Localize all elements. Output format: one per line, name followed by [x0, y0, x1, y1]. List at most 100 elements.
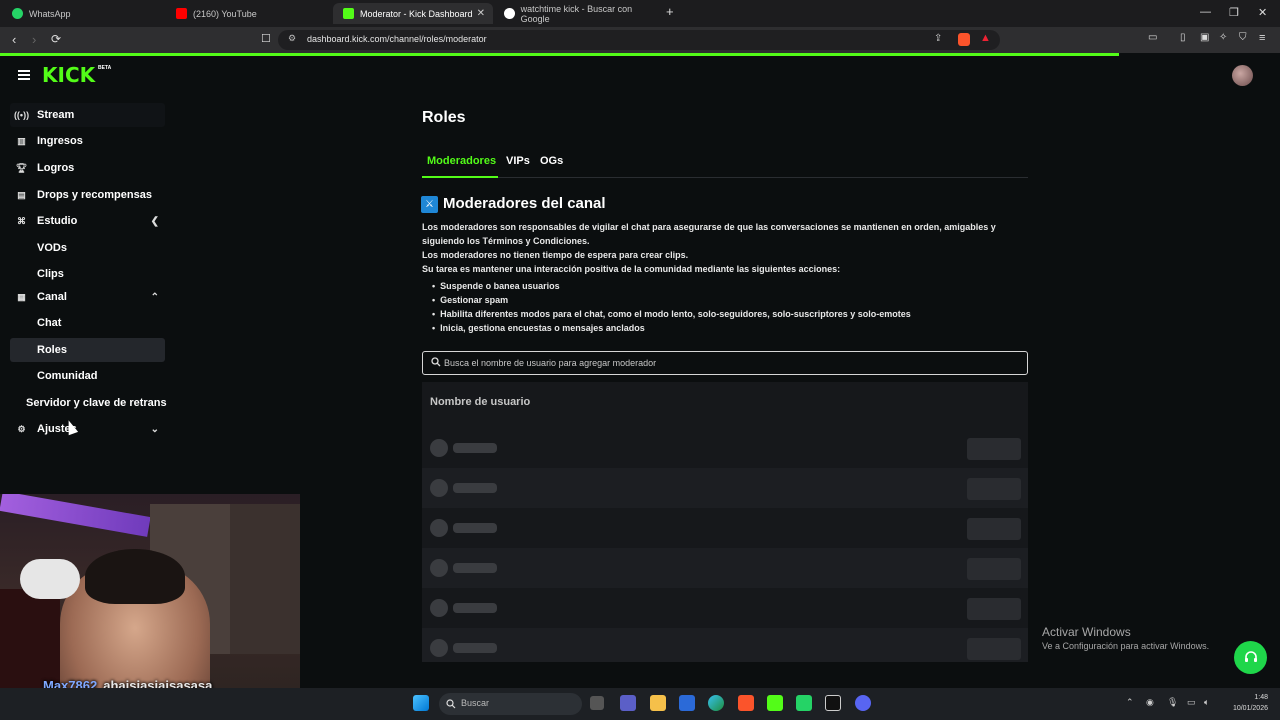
forward-icon[interactable]: › — [32, 32, 36, 47]
brave-icon[interactable] — [738, 695, 754, 711]
sidebar-item-chat[interactable]: Chat — [37, 317, 61, 329]
list-item: Inicia, gestiona encuestas o mensajes an… — [432, 323, 645, 333]
network-icon[interactable]: ▭ — [1187, 697, 1196, 708]
sidebar-item-ajustes[interactable]: ⚙ Ajustes ⌄ — [10, 417, 165, 441]
sidebar-item-logros[interactable]: 🏆︎ Logros — [10, 156, 165, 180]
chevron-down-icon[interactable]: ⌄ — [151, 424, 159, 435]
sidebar-item-roles[interactable]: Roles — [10, 338, 165, 362]
sidebar-toggle-icon[interactable]: ▯ — [1180, 32, 1186, 43]
taskbar-search[interactable]: Buscar — [439, 693, 582, 715]
search-icon — [446, 699, 456, 709]
channel-icon: ▦ — [17, 291, 26, 302]
sidebar-item-clips[interactable]: Clips — [37, 268, 64, 280]
webcam-overlay: Max7862 ahajsjasjajsasasa — [0, 494, 300, 720]
back-icon[interactable]: ‹ — [12, 32, 16, 47]
active-tab-indicator — [422, 176, 498, 178]
broadcast-icon: ((•)) — [13, 110, 30, 120]
discord-icon[interactable] — [855, 695, 871, 711]
brave-rewards-icon[interactable]: ▲ — [980, 32, 991, 44]
sidebar-item-label: Stream — [37, 109, 75, 121]
leo-ai-icon[interactable]: ✧ — [1219, 32, 1227, 43]
minimize-icon[interactable]: — — [1200, 6, 1211, 18]
address-bar[interactable]: ⚙ dashboard.kick.com/channel/roles/moder… — [278, 30, 1000, 50]
column-header-username: Nombre de usuario — [430, 396, 531, 408]
sidebar-item-label: Drops y recompensas — [37, 189, 152, 201]
tab-label: Moderator - Kick Dashboard — [360, 8, 473, 19]
sidebar-item-ingresos[interactable]: ▥ Ingresos — [10, 129, 165, 153]
sidebar-item-canal[interactable]: ▦ Canal ⌃ — [10, 285, 165, 309]
bookmark-icon[interactable]: ☐ — [261, 32, 271, 45]
table-row-skeleton — [422, 468, 1028, 508]
sidebar-item-stream[interactable]: ((•)) Stream — [10, 103, 165, 127]
windows-taskbar: Buscar ⌃ ◉ 🎙︎ ▭ 🔈︎ 1:48 10/01/2026 — [0, 688, 1280, 720]
taskbar-search-placeholder: Buscar — [461, 698, 490, 708]
file-explorer-icon[interactable] — [650, 695, 666, 711]
tab-youtube[interactable]: (2160) YouTube — [166, 3, 331, 24]
new-tab-icon[interactable]: + — [666, 4, 674, 19]
search-icon — [431, 357, 441, 367]
sidebar-item-drops[interactable]: ▤ Drops y recompensas — [10, 183, 165, 207]
tray-overflow-icon[interactable]: ⌃ — [1126, 697, 1134, 708]
tab-whatsapp[interactable]: WhatsApp — [2, 3, 167, 24]
table-row-skeleton — [422, 588, 1028, 628]
sidebar-item-label: Canal — [37, 291, 67, 303]
sidebar-item-comunidad[interactable]: Comunidad — [37, 370, 98, 382]
tab-search-icon[interactable]: ▭ — [1148, 32, 1157, 43]
user-avatar[interactable] — [1232, 65, 1253, 86]
chevron-up-icon[interactable]: ⌃ — [151, 292, 159, 303]
windows-start-icon[interactable] — [413, 695, 429, 711]
gift-icon: ▤ — [17, 189, 26, 200]
moderators-table: Nombre de usuario — [422, 382, 1028, 662]
sidebar-item-servidor[interactable]: Servidor y clave de retrans — [26, 397, 167, 409]
site-info-icon[interactable]: ⚙ — [288, 33, 296, 44]
brave-shield-icon[interactable] — [958, 33, 970, 46]
activate-windows-hint: Ve a Configuración para activar Windows. — [1042, 641, 1210, 651]
browser-tab-strip: WhatsApp (2160) YouTube Moderator - Kick… — [0, 0, 1280, 27]
close-tab-icon[interactable]: ✕ — [477, 8, 485, 19]
youtube-icon — [176, 8, 187, 19]
kick-app-icon[interactable] — [767, 695, 783, 711]
tray-app-icon[interactable]: ◉ — [1146, 697, 1154, 708]
support-chat-button[interactable] — [1234, 641, 1267, 674]
menu-icon[interactable]: ≡ — [1259, 32, 1265, 44]
whatsapp-app-icon[interactable] — [796, 695, 812, 711]
trophy-icon: 🏆︎ — [15, 162, 28, 173]
reload-icon[interactable]: ⟳ — [51, 32, 61, 46]
wallet-icon[interactable]: ▣ — [1200, 32, 1209, 43]
google-icon — [504, 8, 515, 19]
hamburger-menu-icon[interactable] — [18, 70, 30, 80]
tab-moderadores[interactable]: Moderadores — [427, 155, 496, 167]
tab-ogs[interactable]: OGs — [540, 155, 563, 167]
volume-icon[interactable]: 🔈︎ — [1204, 697, 1209, 708]
kick-logo[interactable]: KICK — [42, 63, 95, 87]
capcut-icon[interactable] — [825, 695, 841, 711]
tab-google[interactable]: watchtime kick - Buscar con Google — [494, 3, 659, 24]
description-paragraph: Los moderadores no tienen tiempo de espe… — [422, 250, 689, 260]
table-row-skeleton — [422, 628, 1028, 662]
sidebar-item-estudio[interactable]: ⌘ Estudio ❮ — [10, 209, 165, 233]
tab-label: watchtime kick - Buscar con Google — [520, 3, 633, 24]
store-icon[interactable] — [679, 695, 695, 711]
sidebar-item-label: Estudio — [37, 215, 78, 227]
microphone-icon[interactable]: 🎙︎ — [1167, 697, 1178, 708]
table-row-skeleton — [422, 428, 1028, 468]
url-text: dashboard.kick.com/channel/roles/moderat… — [307, 34, 487, 44]
chevron-left-icon[interactable]: ❮ — [151, 216, 159, 227]
description-paragraph: Su tarea es mantener una interacción pos… — [422, 264, 841, 274]
taskbar-clock[interactable]: 1:48 10/01/2026 — [1222, 692, 1268, 714]
maximize-icon[interactable]: ❐ — [1229, 6, 1239, 19]
teams-icon[interactable] — [620, 695, 636, 711]
search-input[interactable] — [444, 352, 1024, 374]
clock-time: 1:48 — [1254, 694, 1268, 701]
close-window-icon[interactable]: ✕ — [1258, 6, 1267, 19]
moderator-search[interactable] — [422, 351, 1028, 375]
tab-label: (2160) YouTube — [193, 8, 257, 19]
tab-vips[interactable]: VIPs — [506, 155, 530, 167]
gear-icon: ⚙ — [17, 423, 26, 434]
tab-kick-dashboard[interactable]: Moderator - Kick Dashboard ✕ — [333, 3, 493, 24]
vpn-icon[interactable]: ⛉ — [1239, 32, 1247, 43]
task-view-icon[interactable] — [590, 696, 604, 710]
edge-icon[interactable] — [708, 695, 724, 711]
share-icon[interactable]: ⇪ — [934, 33, 942, 44]
sidebar-item-vods[interactable]: VODs — [37, 242, 67, 254]
